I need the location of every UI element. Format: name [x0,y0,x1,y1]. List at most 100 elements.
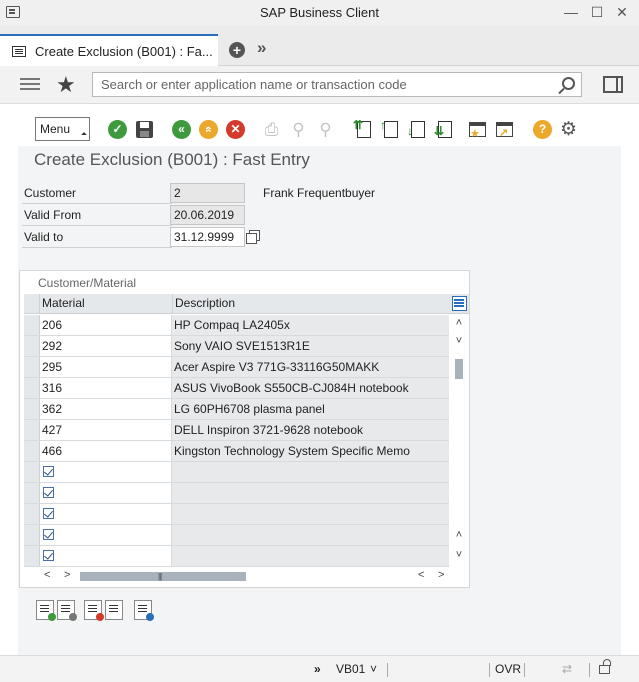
scroll-left-icon[interactable]: < [44,569,50,581]
select-block-button[interactable] [57,600,77,621]
material-cell[interactable]: 427 [40,420,172,440]
scroll-down-icon[interactable]: ˅ [450,335,468,347]
row-selector[interactable] [24,546,40,566]
search-field [92,72,582,97]
material-cell[interactable] [40,504,172,524]
search-input[interactable] [93,73,553,96]
material-cell[interactable] [40,525,172,545]
calendar-value-help-icon[interactable] [246,230,260,244]
horizontal-scrollbar[interactable]: < > ||| < > [24,567,469,585]
table-row-empty[interactable] [24,462,449,483]
column-header-material[interactable]: Material [42,296,85,310]
row-selector[interactable] [24,441,40,461]
table-row[interactable]: 206 HP Compaq LA2405x [24,315,449,336]
table-row[interactable]: 316 ASUS VivoBook S550CB-CJ084H notebook [24,378,449,399]
select-all-button[interactable] [36,600,56,621]
material-cell[interactable]: 362 [40,399,172,419]
scroll-left-icon[interactable]: < [418,569,424,581]
row-selector[interactable] [24,336,40,356]
previous-page-icon[interactable]: ↑ [380,118,399,139]
row-selector[interactable] [24,504,40,524]
new-row-button[interactable] [105,600,123,620]
scroll-up-icon[interactable]: ˄ [450,317,468,329]
minimize-button[interactable]: — [562,3,580,21]
row-selector[interactable] [24,462,40,482]
table-row[interactable]: 292 Sony VAIO SVE1513R1E [24,336,449,357]
checkbox-icon[interactable] [43,487,54,498]
column-header-description[interactable]: Description [175,296,235,310]
navigation-menu-icon[interactable] [20,78,40,92]
table-row[interactable]: 362 LG 60PH6708 plasma panel [24,399,449,420]
row-selector[interactable] [24,357,40,377]
table-row-empty[interactable] [24,546,449,567]
checkbox-icon[interactable] [43,550,54,561]
vertical-scrollbar[interactable]: ˄ ˅ ˄ ˅ [450,315,468,567]
row-selector[interactable] [24,420,40,440]
table-row-empty[interactable] [24,525,449,546]
table-row[interactable]: 295 Acer Aspire V3 771G-33116G50MAKK [24,357,449,378]
valid-to-field[interactable]: 31.12.9999 [170,227,245,247]
cancel-icon[interactable]: ✕ [226,120,245,139]
maximize-button[interactable]: ☐ [588,3,606,21]
horizontal-scroll-thumb[interactable]: ||| [80,572,246,581]
table-settings-icon[interactable] [452,296,467,311]
settings-gear-icon[interactable]: ⚙ [559,120,578,139]
table-row[interactable]: 466 Kingston Technology System Specific … [24,441,449,462]
checkbox-icon[interactable] [43,466,54,477]
row-selector[interactable] [24,378,40,398]
help-icon[interactable]: ? [533,120,552,139]
scroll-down-icon[interactable]: ˅ [450,549,468,561]
add-tab-icon[interactable]: + [229,42,245,58]
menu-button[interactable]: Menu [35,117,90,141]
row-selector[interactable] [24,525,40,545]
tab-create-exclusion[interactable]: Create Exclusion (B001) : Fa... [0,34,218,66]
enter-check-icon[interactable]: ✓ [108,120,127,139]
more-tabs-icon[interactable]: » [257,38,267,58]
create-session-icon[interactable]: ★ [468,120,487,140]
description-cell [172,504,449,524]
exit-icon[interactable]: « [199,120,218,139]
scroll-right-icon[interactable]: > [64,569,70,581]
sort-button[interactable] [134,600,154,621]
search-icon[interactable] [562,77,575,90]
select-all-column[interactable] [24,294,40,314]
last-page-icon[interactable]: ⇊ [434,120,453,139]
back-icon[interactable]: « [172,120,191,139]
table-row[interactable]: 427 DELL Inspiron 3721-9628 notebook [24,420,449,441]
table-row-empty[interactable] [24,483,449,504]
save-icon[interactable] [135,120,154,139]
material-cell[interactable]: 466 [40,441,172,461]
material-cell[interactable] [40,462,172,482]
material-cell[interactable]: 292 [40,336,172,356]
insert-mode[interactable]: OVR [495,662,521,676]
system-id[interactable]: VB01 [336,662,365,676]
first-page-icon[interactable]: ⇈ [353,118,372,139]
status-divider [524,663,525,677]
material-cell[interactable] [40,483,172,503]
description-cell: Sony VAIO SVE1513R1E [172,336,449,356]
material-cell[interactable] [40,546,172,566]
delete-row-button[interactable] [84,600,104,621]
status-divider [589,663,590,677]
close-button[interactable]: ✕ [613,3,631,21]
scroll-right-icon[interactable]: > [438,569,444,581]
material-cell[interactable]: 295 [40,357,172,377]
table-row-empty[interactable] [24,504,449,525]
lock-icon[interactable] [599,659,611,674]
side-panel-icon[interactable] [603,76,623,93]
scroll-grip-icon: ||| [158,572,162,581]
row-selector[interactable] [24,483,40,503]
generate-shortcut-icon[interactable]: ↗ [495,120,514,139]
next-page-icon[interactable]: ↓ [407,120,426,139]
system-menu-icon[interactable]: ˅ [370,662,377,676]
favorites-star-icon[interactable]: ★ [56,72,76,98]
row-selector[interactable] [24,399,40,419]
checkbox-icon[interactable] [43,529,54,540]
material-cell[interactable]: 316 [40,378,172,398]
scroll-up-icon[interactable]: ˄ [450,529,468,541]
row-selector[interactable] [24,315,40,335]
vertical-scroll-thumb[interactable] [455,359,463,379]
checkbox-icon[interactable] [43,508,54,519]
expand-status-icon[interactable]: » [314,662,321,676]
material-cell[interactable]: 206 [40,315,172,335]
